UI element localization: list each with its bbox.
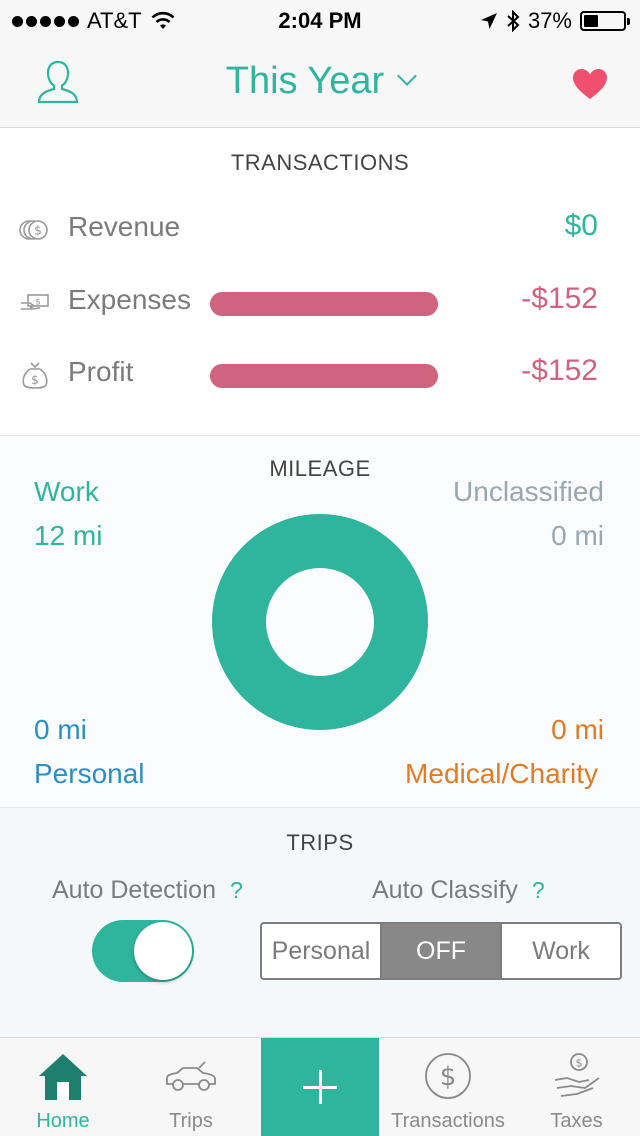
tab-bar: Home Trips $ Transactions $ Taxes: [0, 1037, 640, 1136]
svg-text:$: $: [35, 298, 41, 308]
expenses-row[interactable]: $ Expenses -$152: [0, 278, 640, 328]
tab-taxes-label: Taxes: [550, 1110, 603, 1132]
segment-work[interactable]: Work: [502, 924, 620, 978]
auto-classify-help[interactable]: ?: [532, 877, 545, 903]
trips-title: TRIPS: [286, 830, 354, 855]
auto-detection-help[interactable]: ?: [230, 877, 243, 903]
expenses-bar: [210, 292, 438, 316]
tab-home-label: Home: [36, 1110, 90, 1132]
heart-icon[interactable]: [572, 68, 608, 100]
tab-transactions-label: Transactions: [391, 1110, 505, 1132]
tab-trips[interactable]: Trips: [126, 1038, 256, 1136]
battery-percent: 37%: [527, 8, 572, 33]
nav-bar: This Year: [0, 40, 640, 128]
svg-text:$: $: [440, 1062, 457, 1092]
donut-work-segment: [212, 514, 428, 730]
chevron-down-icon: [397, 66, 418, 86]
car-icon: [166, 1061, 216, 1091]
toggle-knob: [134, 922, 192, 980]
coins-icon: $: [19, 220, 48, 240]
auto-classify-segmented-control: Personal OFF Work: [260, 922, 622, 980]
period-title: This Year: [225, 60, 385, 102]
mileage-donut-chart: [212, 514, 428, 730]
add-button[interactable]: [261, 1038, 379, 1136]
auto-detection-label: Auto Detection?: [52, 876, 243, 905]
profit-row[interactable]: $ Profit -$152: [0, 350, 640, 400]
medical-value: 0 mi: [551, 714, 604, 745]
tab-home[interactable]: Home: [0, 1038, 126, 1136]
plus-icon-vertical: [318, 1070, 322, 1104]
personal-value: 0 mi: [34, 714, 87, 745]
hand-money-icon: $: [21, 294, 49, 310]
tab-transactions[interactable]: $ Transactions: [383, 1038, 513, 1136]
work-label: Work: [34, 476, 99, 507]
battery-fill: [584, 15, 598, 27]
hand-money-icon: $: [554, 1053, 600, 1097]
transactions-title: TRANSACTIONS: [230, 150, 410, 175]
revenue-label: Revenue: [68, 211, 181, 242]
bluetooth-icon: [507, 10, 520, 32]
profit-value: -$152: [521, 354, 598, 387]
auto-detection-text: Auto Detection: [52, 876, 216, 904]
battery-icon: [580, 11, 630, 31]
location-arrow-icon: [480, 13, 497, 29]
revenue-row[interactable]: $ Revenue $0: [0, 205, 640, 255]
revenue-value: $0: [564, 209, 598, 242]
unclassified-label: Unclassified: [453, 476, 604, 507]
svg-text:$: $: [31, 373, 39, 387]
tab-trips-label: Trips: [169, 1110, 213, 1132]
dollar-circle-icon: $: [425, 1053, 471, 1099]
svg-text:$: $: [575, 1057, 582, 1070]
status-right: 37%: [480, 8, 630, 34]
status-bar: AT&T 2:04 PM 37%: [0, 0, 640, 40]
work-value: 12 mi: [34, 520, 103, 551]
svg-text:$: $: [34, 224, 42, 238]
personal-label: Personal: [34, 758, 145, 789]
segment-off[interactable]: OFF: [382, 924, 502, 978]
expenses-value: -$152: [521, 282, 598, 315]
auto-classify-label: Auto Classify?: [372, 876, 545, 905]
period-selector[interactable]: This Year: [0, 60, 640, 103]
money-bag-icon: $: [22, 362, 48, 389]
expenses-label: Expenses: [68, 284, 191, 315]
auto-detection-toggle[interactable]: [92, 920, 194, 982]
trips-section: TRIPS Auto Detection? Auto Classify? Per…: [0, 808, 640, 1038]
profit-label: Profit: [68, 356, 134, 387]
profit-bar: [210, 364, 438, 388]
tab-taxes[interactable]: $ Taxes: [513, 1038, 640, 1136]
unclassified-value: 0 mi: [551, 520, 604, 551]
mileage-section: MILEAGE Work 12 mi Unclassified 0 mi 0 m…: [0, 436, 640, 808]
auto-classify-text: Auto Classify: [372, 876, 518, 904]
medical-label: Medical/Charity: [405, 758, 598, 789]
segment-personal[interactable]: Personal: [262, 924, 382, 978]
home-icon: [39, 1054, 87, 1100]
